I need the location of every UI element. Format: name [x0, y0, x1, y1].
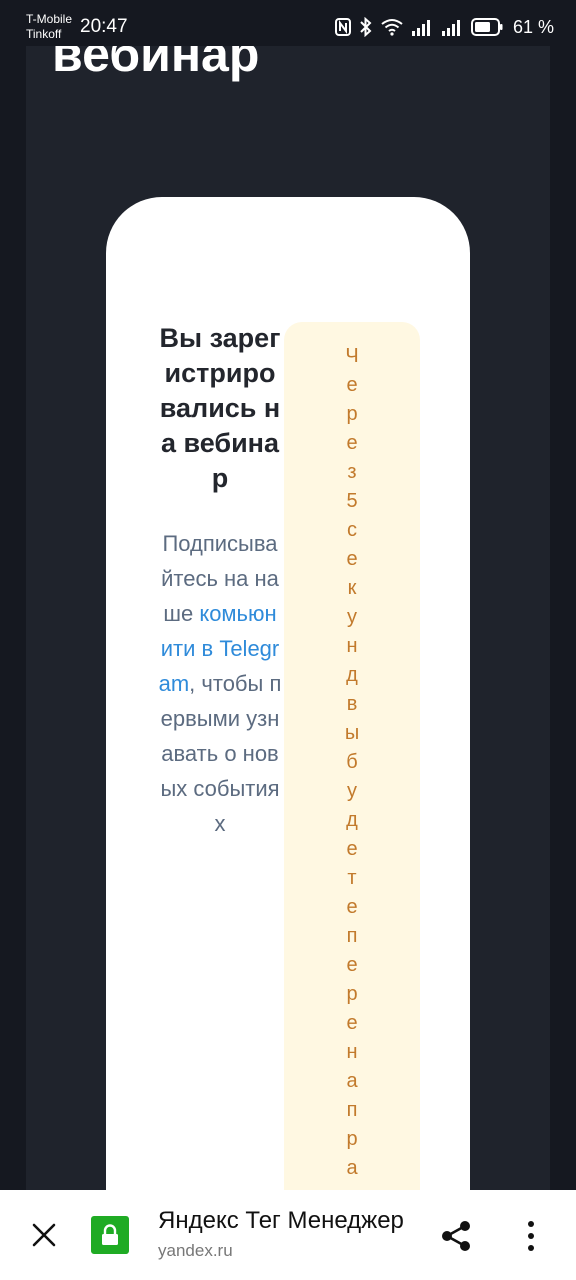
signal-icon [441, 20, 460, 36]
redirect-notice-char: у [347, 780, 357, 802]
redirect-notice-char: 5 [346, 490, 358, 512]
registration-title: Вы зарегистрировались на вебинар [159, 323, 281, 493]
redirect-notice-char: н [346, 635, 358, 657]
carrier-names: T-Mobile Tinkoff [26, 12, 72, 42]
redirect-notice-char: п [346, 925, 358, 947]
browser-bottom-bar: Яндекс Тег Менеджер yandex.ru [0, 1190, 576, 1280]
secure-connection-badge[interactable] [91, 1216, 129, 1254]
close-button[interactable] [26, 1217, 62, 1253]
redirect-notice-char: р [346, 983, 358, 1005]
status-bar: T-Mobile Tinkoff 20:47 61 % [0, 0, 576, 46]
carrier-primary: T-Mobile [26, 12, 73, 26]
share-button[interactable] [436, 1216, 476, 1256]
registration-card: Вы зарегистрировались на вебинар Подписы… [106, 197, 470, 1190]
redirect-notice-char: е [346, 896, 358, 918]
redirect-notice-char: р [346, 403, 358, 425]
more-vertical-icon [528, 1221, 534, 1251]
bluetooth-icon [360, 17, 372, 37]
close-icon [32, 1223, 56, 1247]
wifi-icon [381, 19, 403, 36]
carrier-secondary: Tinkoff [26, 27, 62, 41]
redirect-notice-char: Ч [345, 345, 359, 367]
web-content[interactable]: вебинар Вы зарегистрировались на вебинар… [0, 46, 576, 1190]
redirect-notice-char: н [346, 1041, 358, 1063]
subscribe-text: Подписывайтесь на наше комьюнити в Teleg… [158, 526, 282, 841]
redirect-notice-char: е [346, 838, 358, 860]
redirect-notice-char: з [347, 461, 357, 483]
redirect-notice-char: б [346, 751, 358, 773]
redirect-notice-char: а [346, 1070, 358, 1092]
signal-icon [411, 20, 430, 36]
nfc-icon [334, 18, 351, 36]
redirect-notice: Через5секундвыбудетеперенаправлены [284, 342, 420, 1190]
redirect-notice-char: е [346, 548, 358, 570]
redirect-notice-char: е [346, 954, 358, 976]
redirect-notice-char: п [346, 1099, 358, 1121]
page-url[interactable]: yandex.ru [158, 1240, 233, 1262]
lock-icon [102, 1224, 118, 1245]
redirect-notice-char: р [346, 1128, 358, 1150]
redirect-notice-char: т [347, 867, 357, 889]
redirect-notice-char: ы [344, 722, 360, 744]
page-title[interactable]: Яндекс Тег Менеджер [158, 1206, 418, 1236]
battery-icon [470, 18, 503, 36]
more-menu-button[interactable] [516, 1216, 546, 1256]
redirect-notice-char: д [346, 809, 358, 831]
redirect-notice-char: с [347, 519, 357, 541]
status-icons: 61 % [334, 16, 554, 38]
redirect-notice-box: Через5секундвыбудетеперенаправлены [284, 322, 420, 1190]
redirect-notice-char: у [347, 606, 357, 628]
redirect-notice-char: в [284, 1183, 420, 1190]
redirect-notice-char: а [346, 1157, 358, 1179]
redirect-notice-char: е [346, 432, 358, 454]
redirect-notice-char: д [346, 664, 358, 686]
redirect-notice-char: в [346, 693, 358, 715]
redirect-notice-char: к [347, 577, 357, 599]
hero-title: вебинар [52, 46, 260, 82]
card-content: Вы зарегистрировались на вебинар Подписы… [158, 321, 282, 841]
battery-percent: 61 % [512, 16, 554, 37]
redirect-notice-char: е [346, 1012, 358, 1034]
status-time: 20:47 [80, 16, 128, 37]
redirect-notice-char: е [346, 374, 358, 396]
share-icon [442, 1221, 470, 1251]
